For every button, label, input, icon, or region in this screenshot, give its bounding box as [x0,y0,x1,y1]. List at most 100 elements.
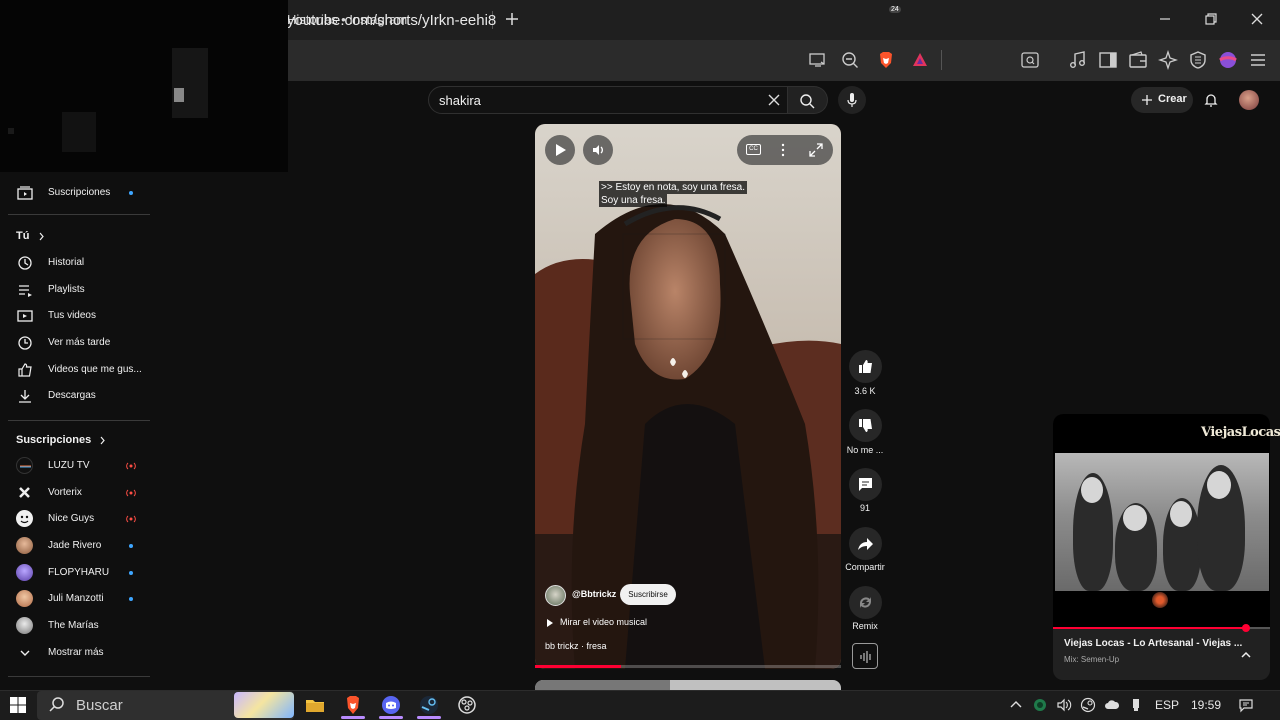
minimize-icon[interactable] [1156,10,1174,28]
search-tab-icon[interactable] [1020,50,1040,70]
fullscreen-icon[interactable] [809,143,823,157]
sidebar-item-playlists[interactable]: Playlists [0,277,150,303]
subscribe-button[interactable]: Suscribirse [620,584,676,605]
mini-progress-fill [1053,627,1247,629]
notifications-icon[interactable] [1238,697,1254,713]
sidebar-you-heading[interactable]: Tú [16,230,45,242]
restore-icon[interactable] [1202,10,1220,28]
account-avatar[interactable] [1239,90,1259,110]
next-short-preview[interactable] [535,680,841,690]
player-controls-group: CC [737,135,833,165]
menu-icon[interactable] [1248,50,1268,70]
mute-button[interactable] [583,135,613,165]
steam-icon[interactable] [418,694,440,716]
create-button[interactable]: Crear [1131,87,1193,113]
new-tab-icon[interactable] [503,10,521,28]
expand-chevron-up-icon[interactable] [1239,648,1253,662]
share-button[interactable] [849,527,882,560]
like-button[interactable] [849,350,882,383]
volume-tray-icon[interactable] [1056,697,1072,713]
remix-button[interactable] [849,586,882,619]
dislike-button[interactable] [849,409,882,442]
close-window-icon[interactable] [1248,10,1266,28]
channel-the-marias[interactable]: The Marías [0,613,150,639]
play-button[interactable] [545,135,575,165]
search-highlight-image[interactable] [234,692,294,718]
address-bar[interactable]: youtube.com/shorts/yIrkn-eehi8 [287,12,496,29]
show-more-button[interactable]: Mostrar más [0,640,150,666]
live-indicator-icon [126,515,136,523]
music-icon[interactable] [1068,50,1088,70]
channel-jade-rivero[interactable]: Jade Rivero [0,533,150,559]
sidebar-item-subscriptions[interactable]: Suscripciones [0,180,150,206]
obs-icon[interactable] [456,694,478,716]
windows-start-icon[interactable] [9,696,27,714]
channel-avatar [16,617,33,634]
comments-button[interactable] [849,468,882,501]
channel-handle[interactable]: @Bbtrickz [572,589,616,599]
toolbar-divider [941,50,942,70]
sidebar-item-your-videos[interactable]: Tus videos [0,303,150,329]
brave-shields-icon[interactable] [876,50,896,70]
voice-search-button[interactable] [838,86,866,114]
onedrive-cloud-icon[interactable] [1104,697,1120,713]
brave-browser-icon[interactable] [342,694,364,716]
thumbs-down-icon [859,419,872,432]
channel-luzu-tv[interactable]: LUZU TV [0,453,150,479]
sidebar-item-liked-videos[interactable]: Videos que me gus... [0,357,150,383]
brave-rewards-icon[interactable] [910,50,930,70]
steam-tray-icon[interactable] [1080,697,1096,713]
file-explorer-icon[interactable] [304,694,326,716]
sidebar-item-watch-later[interactable]: Ver más tarde [0,330,150,356]
profile-icon[interactable] [1218,50,1238,70]
clear-search-icon[interactable] [767,93,781,107]
new-content-dot [129,191,133,195]
subscriptions-icon [17,186,33,200]
mini-player-title[interactable]: Viejas Locas - Lo Artesanal - Viejas ... [1064,638,1242,649]
wallet-icon[interactable] [1128,50,1148,70]
input-language[interactable]: ESP [1155,698,1179,712]
channel-nice-guys[interactable]: Nice Guys [0,506,150,532]
channel-flopyharu[interactable]: FLOPYHARU [0,560,150,586]
sidebar-item-label: Playlists [48,284,85,295]
sidebar-icon[interactable] [1098,50,1118,70]
cast-icon[interactable] [807,50,827,70]
leo-ai-icon[interactable] [1158,50,1178,70]
sidebar-item-downloads[interactable]: Descargas [0,383,150,409]
caption-line: >> Estoy en nota, soy una fresa. [599,181,747,194]
song-title[interactable]: bb trickz · fresa [545,641,607,651]
sidebar-item-history[interactable]: Historial [0,250,150,276]
sidebar-item-label: Historial [48,257,85,268]
play-icon [556,144,566,156]
tray-status-icon[interactable] [1032,697,1048,713]
search-query[interactable]: shakira [439,93,481,108]
discord-icon[interactable] [380,694,402,716]
clock-icon [18,336,32,350]
tray-overflow-chevron-icon[interactable] [1008,697,1024,713]
clock-time[interactable]: 19:59 [1191,698,1221,712]
search-input[interactable] [428,86,788,114]
you-heading-label: Tú [16,230,30,242]
sound-source-button[interactable] [852,643,878,669]
channel-name: The Marías [48,620,99,631]
sidebar-subscriptions-heading[interactable]: Suscripciones [16,434,106,446]
band-photo [1055,453,1269,591]
watch-music-video-link[interactable]: Mirar el video musical [560,617,647,627]
usb-device-icon[interactable] [1128,697,1144,713]
captions-button[interactable]: CC [746,144,761,155]
vpn-shield-icon[interactable] [1188,50,1208,70]
channel-avatar[interactable] [545,585,566,606]
channel-avatar [16,510,33,527]
search-button[interactable] [788,86,828,114]
mini-player-progress[interactable] [1053,624,1270,632]
zoom-out-icon[interactable] [840,50,860,70]
channel-juli-manzotti[interactable]: Juli Manzotti [0,586,150,612]
show-more-label: Mostrar más [48,647,104,658]
video-progress-bar[interactable] [535,665,841,668]
more-options-icon[interactable] [781,143,785,157]
sidebar-item-label: Videos que me gus... [48,364,142,375]
notifications-bell-icon[interactable] [1203,92,1219,108]
channel-vorterix[interactable]: Vorterix [0,480,150,506]
channel-name: Vorterix [48,487,82,498]
channel-name: Juli Manzotti [48,593,104,604]
